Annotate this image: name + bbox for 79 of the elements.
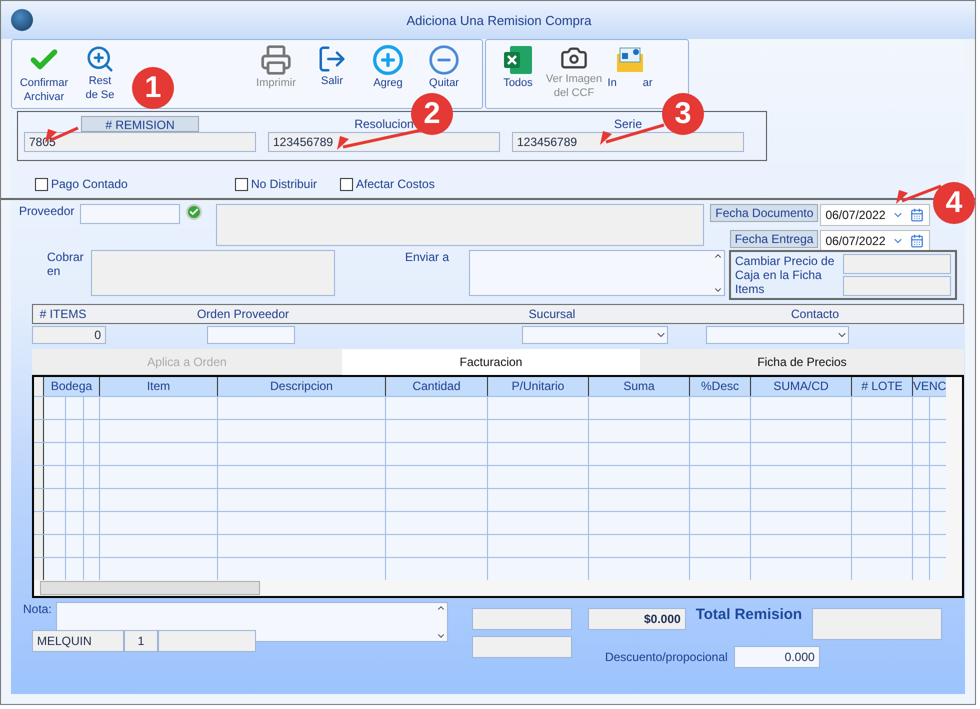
vertical-scrollbar[interactable] [946,377,962,580]
dropdown[interactable] [522,326,668,344]
check-icon [186,204,202,220]
column-header: Item [100,377,218,396]
column-header: VENC [913,377,947,396]
date-field[interactable]: 06/07/2022 [820,204,930,226]
field-label: Descuento/propocional [604,650,728,664]
field-label: Resolucion [354,116,414,132]
items-count-field: 0 [32,326,106,344]
checkbox[interactable]: No Distribuir [235,176,340,192]
toolbar-button[interactable]: Todos [490,40,546,90]
horizontal-scrollbar[interactable] [34,580,962,596]
input-field[interactable] [80,204,180,224]
toolbar-button[interactable]: Agreg [360,40,416,90]
printer-icon [260,44,292,76]
plus-icon [372,44,404,76]
input-field[interactable] [843,276,951,296]
field-label: Proveedor [19,204,74,218]
field-label: Nota: [23,602,52,616]
checkbox[interactable]: Afectar Costos [340,176,460,192]
dropdown[interactable] [706,326,849,344]
field-label: Serie [614,116,642,132]
column-header: Bodega [44,377,100,396]
field-label: Fecha Documento [710,204,818,222]
calendar-icon[interactable] [910,208,924,222]
row-header [34,558,44,580]
row-header [34,489,44,511]
row-header [34,443,44,465]
field-label: Enviar a [405,250,450,264]
total-label: Total Remision [696,608,802,622]
column-header: # ITEMS [38,307,88,321]
row-header [34,397,44,419]
date-field[interactable]: 06/07/2022 [820,230,930,252]
field-label: Cobrar en [47,250,85,278]
toolbar-button[interactable]: Confirmar Archivar [16,40,72,104]
minus-icon [428,44,460,76]
row-header [34,377,44,396]
column-header: %Desc [690,377,751,396]
input-field[interactable] [207,326,295,344]
input-field[interactable] [843,254,951,274]
calendar-icon[interactable] [910,234,924,248]
column-header: Descripcion [218,377,386,396]
exit-icon [317,44,347,74]
tab[interactable]: Ficha de Precios [640,349,964,375]
panel-label: Cambiar Precio de Caja en la Ficha Items [735,254,836,296]
checkbox[interactable]: Pago Contado [35,176,235,192]
toolbar-button[interactable]: Quitar [416,40,472,90]
column-header: Suma [589,377,690,396]
input-field[interactable]: 7805 [24,132,256,152]
row-header [34,466,44,488]
toolbar-button[interactable]: In ar [602,40,658,90]
toolbar-button[interactable]: Salir [304,40,360,88]
arrow [896,184,942,204]
zoom-in-icon [85,44,115,74]
column-header: Orden Proveedor [196,307,290,321]
number-field: 1 [124,630,158,652]
toolbar-button[interactable]: Rest de Se [72,40,128,102]
column-header: Contacto [790,307,840,321]
column-header: Sucursal [528,307,576,321]
discount-field[interactable]: 0.000 [734,646,820,668]
callout-badge: 3 [662,93,704,135]
callout-badge: 4 [933,182,975,224]
column-header: # LOTE [852,377,913,396]
column-header: Cantidad [386,377,488,396]
amount-field: $0.000 [588,608,686,630]
spreadsheet-icon [502,44,534,76]
input-field[interactable]: 123456789 [512,132,744,152]
column-header: P/Unitario [488,377,589,396]
column-header: SUMA/CD [751,377,852,396]
app-logo [11,9,33,31]
window-title: Adiciona Una Remision Compra [406,12,592,28]
row-header [34,535,44,557]
input-field[interactable]: 123456789 [268,132,500,152]
row-header [34,512,44,534]
field-label: Fecha Entrega [730,230,818,248]
row-header [34,420,44,442]
user-field: MELQUIN [32,630,124,652]
tab[interactable]: Facturacion [342,349,640,375]
field-label: # REMISION [81,116,199,132]
